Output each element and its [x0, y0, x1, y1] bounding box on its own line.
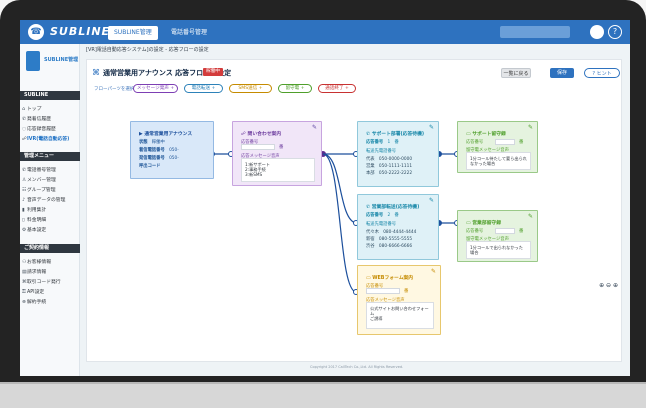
support-title: ✆ サポート部署(応答待機) [366, 132, 425, 137]
flow-connectors [209, 151, 460, 295]
start-code-row: 呼出コード [139, 164, 161, 169]
sales-title: ✆ 営業部転送(応答待機) [366, 205, 420, 210]
voicemail-icon: ▭ [466, 132, 471, 137]
menu-unit: 番 [279, 145, 284, 150]
menu-icon: ☍ [241, 132, 246, 137]
edit-icon[interactable]: ✎ [431, 268, 436, 275]
web-number-input[interactable] [366, 288, 400, 294]
sales-vm-title: ▭ 営業部留守録 [466, 221, 502, 226]
footer: Copyright 2017 CallTech Co.,Ltd. All Rig… [310, 365, 404, 369]
support-row-3: 本部 050-2222-2222 [366, 171, 413, 176]
edit-icon[interactable]: ✎ [429, 124, 434, 131]
web-title: ▭ WEBフォーム案内 [366, 276, 414, 281]
support-vm-unit: 番 [519, 140, 524, 145]
web-unit: 番 [404, 289, 409, 294]
sales-vm-number-input[interactable] [495, 228, 515, 234]
web-icon: ▭ [366, 276, 371, 281]
web-node[interactable]: ✎ ▭ WEBフォーム案内 応答番号 番 応答メッセージ音声 公式サイトお問い合… [357, 265, 441, 335]
edit-icon[interactable]: ✎ [312, 124, 317, 131]
menu-node[interactable]: ✎ ☍ 問い合わせ案内 応答番号 番 応答メッセージ音声 1:新サポート 2:事… [232, 121, 322, 186]
support-transfer-label: 転送先電話番号 [366, 149, 397, 154]
sales-transfer-label: 転送先電話番号 [366, 222, 397, 227]
support-vm-number-input[interactable] [495, 139, 515, 145]
start-status-row: 状態 稼働中 [139, 140, 165, 145]
sales-vm-node[interactable]: ✎ ▭ 営業部留守録 応答番号 番 留守電メッセージ音声 1分コールで出られなか… [457, 210, 538, 262]
app-screen: ☎ SUBLINE SUBLINE管理 電話番号管理 ? SUBLINE管理 S… [20, 20, 630, 376]
sales-number-row: 応答番号 2 番 [366, 213, 399, 218]
phone-icon: ✆ [366, 132, 371, 137]
support-vm-node[interactable]: ✎ ▭ サポート留守録 応答番号 番 留守電メッセージ音声 1分コール待たして要… [457, 121, 538, 173]
sales-node[interactable]: ✎ ✆ 営業部転送(応答待機) 応答番号 2 番 転送先電話番号 代々木 080… [357, 194, 439, 260]
laptop-base [0, 382, 646, 408]
zoom-controls[interactable]: ⊕ ⊖ ⊕ [599, 282, 618, 289]
voicemail-icon: ▭ [466, 221, 471, 226]
menu-msg-textarea[interactable]: 1:新サポート 2:事務手続 3:新SMS [241, 158, 315, 182]
start-node[interactable]: ▶ 通常営業用アナウンス 状態 稼働中 着信電話番号 050- 発信電話番号 0… [130, 121, 214, 179]
support-vm-title: ▭ サポート留守録 [466, 132, 506, 137]
sales-vm-msg-textarea[interactable]: 1分コールで出られなかった場合 [466, 241, 531, 259]
edit-icon[interactable]: ✎ [528, 124, 533, 131]
support-row-1: 代表 050-0000-0000 [366, 157, 413, 162]
menu-number-input[interactable] [241, 144, 275, 150]
start-phone-row: 着信電話番号 050- [139, 148, 179, 153]
start-sender-row: 発信電話番号 050- [139, 156, 179, 161]
support-node[interactable]: ✎ ✆ サポート部署(応答待機) 応答番号 1 番 転送先電話番号 代表 050… [357, 121, 439, 187]
support-number-row: 応答番号 1 番 [366, 140, 399, 145]
support-vm-msg-textarea[interactable]: 1分コール待たして要ら出られなかった場合 [466, 152, 531, 170]
sales-row-2: 新宿 080-5555-5555 [366, 237, 413, 242]
edit-icon[interactable]: ✎ [429, 197, 434, 204]
phone-icon: ✆ [366, 205, 371, 210]
laptop-device: ☎ SUBLINE SUBLINE管理 電話番号管理 ? SUBLINE管理 S… [0, 0, 646, 408]
web-msg-textarea[interactable]: 公式サイトお問い合わせフォーム ご誘導 [366, 302, 434, 329]
edit-icon[interactable]: ✎ [528, 213, 533, 220]
start-icon: ▶ [139, 132, 143, 137]
support-vm-number-label: 応答番号 [466, 140, 484, 145]
menu-title: ☍ 問い合わせ案内 [241, 132, 282, 137]
start-title: ▶ 通常営業用アナウンス [139, 132, 193, 137]
sales-row-3: 渋谷 080-6666-6666 [366, 244, 413, 249]
sales-vm-unit: 番 [519, 229, 524, 234]
support-row-2: 営業 050-1111-1111 [366, 164, 413, 169]
sales-row-1: 代々木 080-4444-4444 [366, 230, 417, 235]
sales-vm-number-label: 応答番号 [466, 229, 484, 234]
